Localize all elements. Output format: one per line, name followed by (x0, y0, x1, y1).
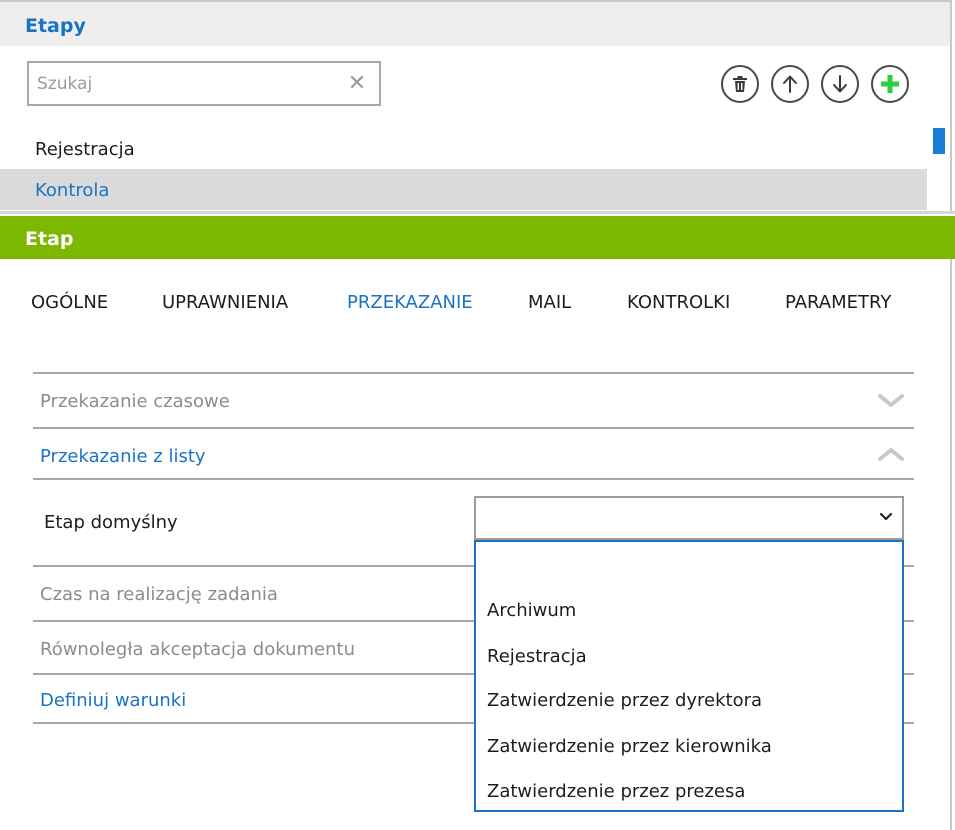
tab-controls[interactable]: KONTROLKI (627, 292, 730, 313)
chevron-down-icon[interactable] (878, 393, 904, 409)
default-stage-select[interactable] (474, 496, 904, 540)
tab-handover[interactable]: PRZEKAZANIE (347, 292, 473, 313)
tab-parameters[interactable]: PARAMETRY (785, 292, 891, 313)
clear-search-icon[interactable]: ✕ (346, 71, 368, 97)
stage-list: Rejestracja Kontrola (0, 128, 927, 210)
arrow-up-icon (783, 75, 797, 93)
add-stage-button[interactable] (871, 65, 909, 103)
stages-panel-header: Etapy (0, 0, 950, 46)
tab-general[interactable]: OGÓLNE (31, 292, 108, 313)
dropdown-option[interactable]: Rejestracja (487, 646, 587, 667)
move-up-button[interactable] (771, 65, 809, 103)
dropdown-option[interactable]: Zatwierdzenie przez prezesa (487, 781, 745, 802)
section-parallel-acceptance-label: Równoległa akceptacja dokumentu (40, 639, 356, 660)
dropdown-option[interactable]: Zatwierdzenie przez dyrektora (487, 690, 762, 711)
dropdown-option[interactable]: Zatwierdzenie przez kierownika (487, 736, 772, 757)
define-conditions-link[interactable]: Definiuj warunki (40, 690, 186, 711)
trash-icon (733, 76, 747, 92)
stages-panel-title: Etapy (25, 15, 86, 37)
section-task-time-label: Czas na realizację zadania (40, 584, 278, 605)
plus-icon (881, 75, 899, 93)
chevron-up-icon[interactable] (878, 446, 904, 462)
stage-panel-title: Etap (25, 228, 74, 250)
tab-permissions[interactable]: UPRAWNIENIA (162, 292, 288, 313)
section-list-handover[interactable]: Przekazanie z listy (33, 427, 914, 479)
stage-panel-header: Etap (0, 216, 955, 259)
section-list-handover-label: Przekazanie z listy (40, 446, 206, 467)
tab-mail[interactable]: MAIL (528, 292, 571, 313)
arrow-down-icon (833, 75, 847, 93)
search-box: ✕ (27, 61, 381, 106)
panel-divider (0, 211, 955, 214)
section-timed-handover[interactable]: Przekazanie czasowe (33, 372, 914, 428)
delete-stage-button[interactable] (721, 65, 759, 103)
default-stage-label: Etap domyślny (44, 512, 178, 533)
stage-list-scrollbar[interactable] (933, 128, 945, 154)
panel-right-border-lower (950, 259, 952, 830)
chevron-down-icon (879, 512, 893, 521)
stage-list-item[interactable]: Rejestracja (0, 128, 927, 169)
stage-tabs: OGÓLNE UPRAWNIENIA PRZEKAZANIE MAIL KONT… (0, 292, 955, 320)
section-divider (33, 478, 914, 480)
section-timed-handover-label: Przekazanie czasowe (40, 391, 230, 412)
stage-list-item-selected[interactable]: Kontrola (0, 169, 927, 210)
move-down-button[interactable] (821, 65, 859, 103)
dropdown-option[interactable]: Archiwum (487, 600, 576, 621)
search-input[interactable] (37, 71, 337, 97)
default-stage-dropdown: Archiwum Rejestracja Zatwierdzenie przez… (474, 540, 904, 812)
panel-right-border (950, 0, 952, 214)
